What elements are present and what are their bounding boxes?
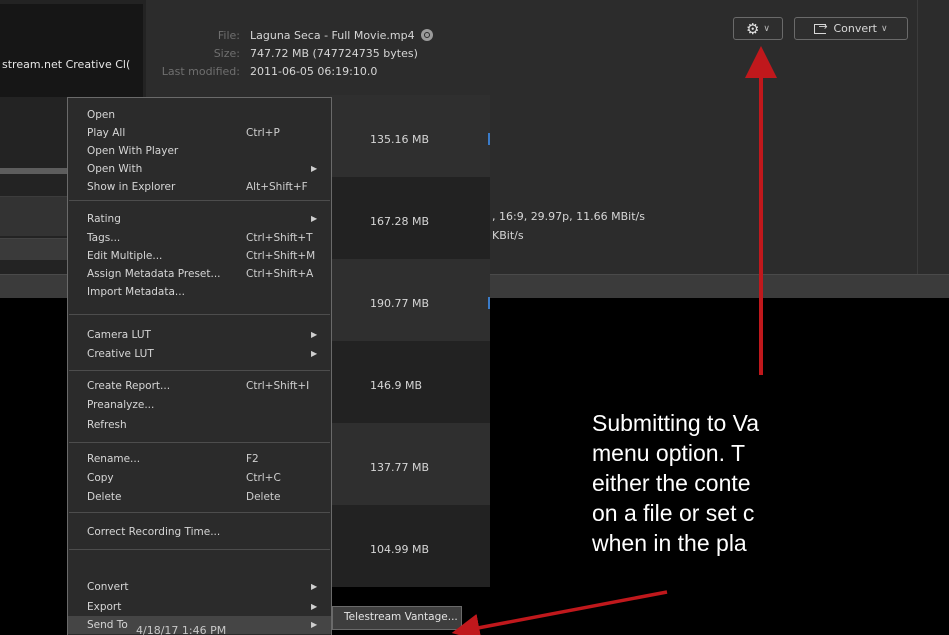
menu-item-tags[interactable]: Tags... Ctrl+Shift+T xyxy=(68,229,331,247)
menu-item-open-with-player[interactable]: Open With Player xyxy=(68,142,331,160)
submenu-arrow-icon: ▶ xyxy=(311,582,318,591)
menu-item-play-all[interactable]: Play All Ctrl+P xyxy=(68,124,331,142)
file-modified: 2011-06-05 06:19:10.0 xyxy=(250,65,378,78)
annotation-line: either the conte xyxy=(592,470,751,496)
row-accent xyxy=(488,133,490,145)
convert-button[interactable]: Convert ∨ xyxy=(794,17,908,40)
chevron-down-icon: ∨ xyxy=(880,23,888,34)
file-size-cell: 190.77 MB xyxy=(370,297,430,310)
menu-item-convert[interactable]: Convert ▶ xyxy=(68,578,331,596)
submenu-arrow-icon: ▶ xyxy=(311,602,318,611)
submenu-arrow-icon: ▶ xyxy=(311,214,318,223)
menu-item-correct-recording-time[interactable]: Correct Recording Time... xyxy=(68,523,331,541)
divider xyxy=(917,0,918,298)
menu-item-open[interactable]: Open xyxy=(68,106,331,124)
file-info-values: Laguna Seca - Full Movie.mp4 747.72 MB (… xyxy=(250,27,433,81)
export-icon xyxy=(814,20,828,34)
annotation-line: when in the pla xyxy=(592,530,747,556)
menu-separator xyxy=(69,370,330,371)
context-menu: Open Play All Ctrl+P Open With Player Ope… xyxy=(67,97,332,635)
menu-item-preanalyze[interactable]: Preanalyze... xyxy=(68,396,331,414)
menu-item-open-with[interactable]: Open With ▶ xyxy=(68,160,331,178)
menu-item-camera-lut[interactable]: Camera LUT ▶ xyxy=(68,326,331,344)
menu-item-show-in-explorer[interactable]: Show in Explorer Alt+Shift+F xyxy=(68,178,331,196)
send-to-submenu: Telestream Vantage... xyxy=(332,606,462,630)
menu-item-rename[interactable]: Rename... F2 xyxy=(68,450,331,468)
menu-item-copy[interactable]: Copy Ctrl+C xyxy=(68,469,331,487)
video-details: , 16:9, 29.97p, 11.66 MBit/s xyxy=(492,210,645,223)
settings-button[interactable]: ⚙ ∨ xyxy=(733,17,783,40)
list-item[interactable]: 104.99 MB xyxy=(330,505,490,587)
menu-item-delete[interactable]: Delete Delete xyxy=(68,488,331,506)
file-size-cell: 135.16 MB xyxy=(370,133,430,146)
size-label: Size: xyxy=(213,47,240,60)
file-size: 747.72 MB (747724735 bytes) xyxy=(250,47,418,60)
menu-item-import-metadata[interactable]: Import Metadata... xyxy=(68,283,331,301)
annotation-line: on a file or set c xyxy=(592,500,755,526)
annotation-line: menu option. T xyxy=(592,440,746,466)
menu-item-rating[interactable]: Rating ▶ xyxy=(68,210,331,228)
submenu-arrow-icon: ▶ xyxy=(311,164,318,173)
menu-separator xyxy=(69,512,330,513)
clip-title: stream.net Creative Cl( xyxy=(2,58,131,71)
gear-icon: ⚙ xyxy=(745,19,760,38)
magnifier-icon[interactable] xyxy=(420,29,433,41)
submenu-arrow-icon: ▶ xyxy=(311,620,318,629)
file-size-cell: 167.28 MB xyxy=(370,215,430,228)
chevron-down-icon: ∨ xyxy=(763,23,771,34)
file-label: File: xyxy=(217,29,240,42)
clip-thumbnail[interactable] xyxy=(0,4,143,97)
menu-separator xyxy=(69,442,330,443)
menu-item-creative-lut[interactable]: Creative LUT ▶ xyxy=(68,345,331,363)
annotation-callout: Submitting to Va menu option. T either t… xyxy=(592,408,759,558)
audio-details: KBit/s xyxy=(492,229,524,242)
menu-item-telestream-vantage[interactable]: Telestream Vantage... xyxy=(344,611,458,623)
menu-separator xyxy=(69,314,330,315)
file-size-cell: 137.77 MB xyxy=(370,461,430,474)
file-size-cell: 104.99 MB xyxy=(370,543,430,556)
annotation-line: Submitting to Va xyxy=(592,410,760,436)
file-name: Laguna Seca - Full Movie.mp4 xyxy=(250,29,415,42)
menu-item-create-report[interactable]: Create Report... Ctrl+Shift+I xyxy=(68,377,331,395)
menu-item-edit-multiple[interactable]: Edit Multiple... Ctrl+Shift+M xyxy=(68,247,331,265)
file-size-cell: 146.9 MB xyxy=(370,379,423,392)
menu-separator xyxy=(69,200,330,201)
menu-item-export[interactable]: Export ▶ xyxy=(68,598,331,616)
modified-date: 4/18/17 1:46 PM xyxy=(136,624,227,635)
menu-item-assign-metadata-preset[interactable]: Assign Metadata Preset... Ctrl+Shift+A xyxy=(68,265,331,283)
list-item[interactable]: 190.77 MB xyxy=(330,259,490,341)
modified-label: Last modified: xyxy=(161,65,240,78)
submenu-arrow-icon: ▶ xyxy=(311,330,318,339)
row-accent xyxy=(488,297,490,309)
arrow-to-telestream-vantage xyxy=(451,590,668,635)
menu-separator xyxy=(69,549,330,550)
convert-label: Convert xyxy=(833,22,877,35)
file-info-labels: File: Size: Last modified: xyxy=(150,27,240,81)
list-item[interactable]: 137.77 MB xyxy=(330,423,490,505)
menu-item-refresh[interactable]: Refresh xyxy=(68,416,331,434)
list-item[interactable]: 167.28 MB xyxy=(330,177,490,259)
list-item[interactable]: 146.9 MB xyxy=(330,341,490,423)
file-list: 135.16 MB 167.28 MB 190.77 MB 146.9 MB 1… xyxy=(330,95,490,635)
submenu-arrow-icon: ▶ xyxy=(311,349,318,358)
list-item[interactable]: 135.16 MB xyxy=(330,95,490,177)
